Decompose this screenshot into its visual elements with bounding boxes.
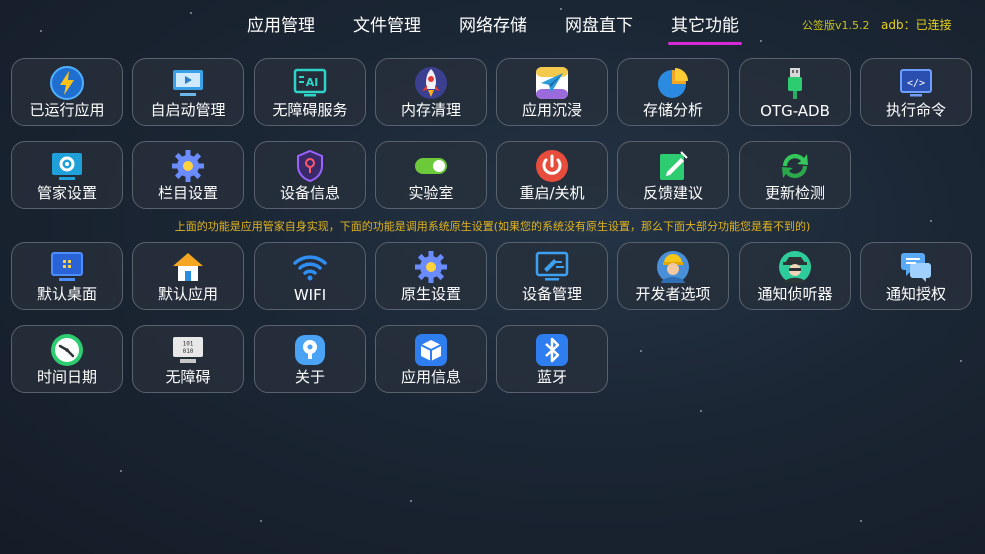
tile-memory-clean[interactable]: 内存清理 [375, 58, 487, 126]
tile-label: 原生设置 [400, 285, 461, 303]
tile-device-info[interactable]: 设备信息 [254, 141, 366, 209]
gear-icon [170, 148, 206, 184]
device-manage-icon [534, 249, 570, 285]
tile-running-apps[interactable]: 已运行应用 [11, 58, 123, 126]
tile-label: 存储分析 [642, 101, 703, 119]
tile-autostart[interactable]: 自启动管理 [132, 58, 244, 126]
tile-label: 管家设置 [36, 184, 97, 202]
edit-icon [655, 148, 691, 184]
tile-date-time[interactable]: 时间日期 [11, 325, 123, 393]
paper-plane-icon [534, 65, 570, 101]
tile-notification-listener[interactable]: 通知侦听器 [739, 242, 851, 310]
tile-label: 默认应用 [157, 285, 218, 303]
tab-other-functions[interactable]: 其它功能 [668, 14, 742, 45]
lightning-icon [49, 65, 85, 101]
location-shield-icon [292, 148, 328, 184]
tile-app-immersive[interactable]: 应用沉浸 [496, 58, 608, 126]
home-icon [170, 249, 206, 285]
tile-default-desktop[interactable]: 默认桌面 [11, 242, 123, 310]
tile-label: 实验室 [408, 184, 454, 202]
tile-device-manage[interactable]: 设备管理 [496, 242, 608, 310]
chat-bubble-icon [898, 249, 934, 285]
detective-icon [777, 249, 813, 285]
adb-status: adb：已连接 [881, 18, 952, 32]
clock-icon [49, 332, 85, 368]
tile-otg-adb[interactable]: OTG-ADB [739, 58, 851, 126]
tab-file-manage[interactable]: 文件管理 [352, 14, 422, 44]
wifi-icon [292, 249, 328, 285]
tile-default-app[interactable]: 默认应用 [132, 242, 244, 310]
info-icon [292, 332, 328, 368]
toggle-icon [413, 148, 449, 184]
tab-network-storage[interactable]: 网络存储 [458, 14, 528, 44]
tile-label: 蓝牙 [536, 368, 567, 386]
tile-execute-command[interactable]: </> 执行命令 [860, 58, 972, 126]
tile-manager-settings[interactable]: 管家设置 [11, 141, 123, 209]
pie-chart-icon [655, 65, 691, 101]
tile-label: 栏目设置 [157, 184, 218, 202]
tile-label: 反馈建议 [642, 184, 703, 202]
svg-text:AI: AI [306, 76, 319, 89]
tile-label: 通知授权 [885, 285, 946, 303]
tile-update-check[interactable]: 更新检测 [739, 141, 851, 209]
tile-notification-auth[interactable]: 通知授权 [860, 242, 972, 310]
binary-screen-icon: 101 010 [170, 332, 206, 368]
gear-icon [413, 249, 449, 285]
tile-lab[interactable]: 实验室 [375, 141, 487, 209]
tile-label: 通知侦听器 [757, 285, 833, 303]
tile-reboot-shutdown[interactable]: 重启/关机 [496, 141, 608, 209]
tile-accessibility-service[interactable]: AI 无障碍服务 [254, 58, 366, 126]
tile-bluetooth[interactable]: 蓝牙 [496, 325, 608, 393]
tile-label: OTG-ADB [760, 102, 830, 120]
refresh-icon [777, 148, 813, 184]
tile-label: 更新检测 [764, 184, 825, 202]
svg-text:010: 010 [183, 348, 194, 355]
svg-text:101: 101 [183, 341, 194, 348]
tile-label: 已运行应用 [29, 101, 105, 119]
tile-label: 设备管理 [521, 285, 582, 303]
tile-wifi[interactable]: WIFI [254, 242, 366, 310]
box-icon [413, 332, 449, 368]
code-icon: </> [898, 65, 934, 101]
bluetooth-icon [534, 332, 570, 368]
developer-avatar-icon [655, 249, 691, 285]
svg-text:</>: </> [907, 78, 925, 89]
tile-label: 无障碍服务 [272, 101, 348, 119]
section-notice: 上面的功能是应用管家自身实现，下面的功能是调用系统原生设置(如果您的系统没有原生… [174, 220, 811, 233]
tile-label: 应用信息 [400, 368, 461, 386]
tile-label: 开发者选项 [635, 285, 711, 303]
ai-screen-icon: AI [292, 65, 328, 101]
monitor-play-icon [170, 65, 206, 101]
tile-label: 执行命令 [885, 101, 946, 119]
tile-label: 应用沉浸 [521, 101, 582, 119]
tile-label: 关于 [294, 368, 325, 386]
tile-label: WIFI [293, 286, 327, 304]
settings-screen-icon [49, 148, 85, 184]
tile-native-settings[interactable]: 原生设置 [375, 242, 487, 310]
tile-developer-options[interactable]: 开发者选项 [617, 242, 729, 310]
usb-icon [777, 65, 813, 101]
tile-column-settings[interactable]: 栏目设置 [132, 141, 244, 209]
version-label: 公签版v1.5.2 [802, 19, 870, 32]
tile-label: 自启动管理 [150, 101, 226, 119]
tab-cloud-download[interactable]: 网盘直下 [564, 14, 634, 44]
tile-label: 默认桌面 [36, 285, 97, 303]
tile-about[interactable]: 关于 [254, 325, 366, 393]
tile-label: 设备信息 [279, 184, 340, 202]
rocket-icon [413, 65, 449, 101]
tile-feedback[interactable]: 反馈建议 [617, 141, 729, 209]
tile-label: 重启/关机 [519, 184, 585, 202]
tile-accessibility[interactable]: 101 010 无障碍 [132, 325, 244, 393]
tile-app-info[interactable]: 应用信息 [375, 325, 487, 393]
tile-label: 时间日期 [36, 368, 97, 386]
tab-app-manage[interactable]: 应用管理 [246, 14, 316, 44]
desktop-icon [49, 249, 85, 285]
tile-label: 内存清理 [400, 101, 461, 119]
tile-label: 无障碍 [165, 368, 211, 386]
tile-storage-analysis[interactable]: 存储分析 [617, 58, 729, 126]
power-icon [534, 148, 570, 184]
